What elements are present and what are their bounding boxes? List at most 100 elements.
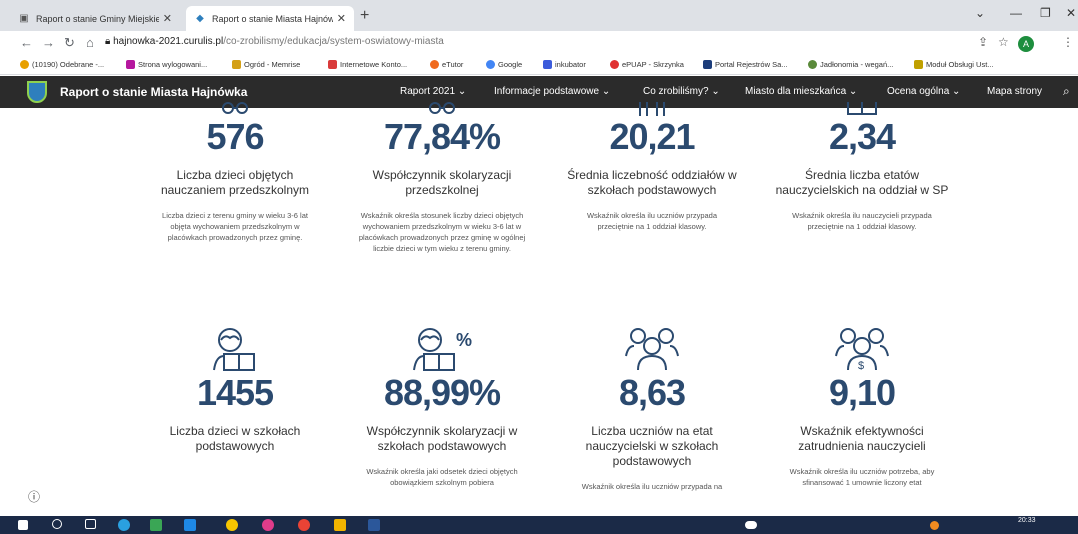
share-icon[interactable]: ⇪ <box>978 35 988 49</box>
bookmark-item[interactable]: inkubator <box>543 60 586 69</box>
stat-card: 1455 Liczba dzieci w szkołach podstawowy… <box>145 324 325 466</box>
minimize-button[interactable]: — <box>1010 6 1022 20</box>
city-crest-icon[interactable] <box>27 81 47 103</box>
stat-card: 2,34 Średnia liczba etatów nauczycielski… <box>772 92 952 232</box>
stat-card: 576 Liczba dzieci objętych nauczaniem pr… <box>145 92 325 243</box>
bookmark-icon <box>610 60 619 69</box>
task-view-icon[interactable] <box>85 519 96 529</box>
menu-icon[interactable]: ⋮ <box>1062 35 1074 49</box>
browser-tab[interactable]: ▣ Raport o stanie Gminy Miejskiej ✕ <box>10 6 180 31</box>
bookmark-icon <box>543 60 552 69</box>
stat-value: 2,34 <box>828 116 896 157</box>
stat-description: Wskaźnik określa ilu nauczycieli przypad… <box>792 211 932 231</box>
bookmark-item[interactable]: Ogród - Memrise <box>232 60 300 69</box>
reader-percent-icon: % <box>352 324 532 372</box>
address-bar: ← → ↻ ⌂ 🔒︎ hajnowka-2021.curulis.pl/co-z… <box>0 31 1078 55</box>
cloud-icon[interactable] <box>745 521 757 529</box>
stat-card: 77,84% Współczynnik skolaryzacji przedsz… <box>352 92 532 254</box>
stat-label: Liczba dzieci objętych nauczaniem przeds… <box>160 168 310 197</box>
bookmarks-bar: (10190) Odebrane -... Strona wylogowani.… <box>0 55 1078 75</box>
bookmark-item[interactable]: Jadłonomia - wegań... <box>808 60 893 69</box>
search-icon[interactable] <box>52 519 62 529</box>
tray-icon[interactable] <box>930 521 939 530</box>
stat-description: Liczba dzieci z terenu gminy w wieku 3-6… <box>162 211 308 242</box>
forward-icon[interactable]: → <box>42 35 55 50</box>
app-icon[interactable] <box>150 519 162 531</box>
bookmark-icon <box>126 60 135 69</box>
app-icon[interactable] <box>262 519 274 531</box>
bookmark-icon <box>328 60 337 69</box>
edge-icon[interactable] <box>118 519 130 531</box>
windows-start-icon[interactable] <box>18 520 28 530</box>
chevron-down-icon[interactable]: ⌄ <box>975 6 985 20</box>
bookmark-item[interactable]: Strona wylogowani... <box>126 60 207 69</box>
stat-value: 576 <box>206 116 264 157</box>
chrome-icon[interactable] <box>298 519 310 531</box>
home-icon[interactable]: ⌂ <box>86 35 94 50</box>
maximize-button[interactable]: ❐ <box>1040 6 1051 20</box>
lock-icon: 🔒︎ <box>105 36 114 47</box>
stat-card: 8,63 Liczba uczniów na etat nauczycielsk… <box>562 324 742 492</box>
stat-label: Współczynnik skolaryzacji w szkołach pod… <box>366 424 518 453</box>
bookmark-item[interactable]: Internetowe Konto... <box>328 60 407 69</box>
tab-title: Raport o stanie Miasta Hajnówka <box>212 13 333 24</box>
search-icon[interactable]: ⌕ <box>1063 84 1070 99</box>
back-icon[interactable]: ← <box>20 35 33 50</box>
stat-value: 77,84% <box>383 116 501 157</box>
stat-card: $ 9,10 Wskaźnik efektywności zatrudnieni… <box>772 324 952 488</box>
stats-section: 576 Liczba dzieci objętych nauczaniem pr… <box>0 102 1078 516</box>
star-icon[interactable]: ☆ <box>998 35 1009 49</box>
bookmark-icon <box>703 60 712 69</box>
stat-description: Wskaźnik określa jaki odsetek dzieci obj… <box>366 467 518 487</box>
clock[interactable]: 20:33 <box>1018 517 1036 525</box>
folder-icon[interactable] <box>334 519 346 531</box>
book-icon <box>772 92 952 116</box>
stat-value: 1455 <box>196 372 274 413</box>
new-tab-button[interactable]: + <box>360 7 369 25</box>
url-path: /co-zrobilismy/edukacja/system-oswiatowy… <box>223 36 444 47</box>
word-icon[interactable] <box>368 519 380 531</box>
app-icon[interactable] <box>226 519 238 531</box>
stat-label: Wskaźnik efektywności zatrudnienia naucz… <box>798 424 926 453</box>
reader-icon <box>145 324 325 372</box>
mail-icon[interactable] <box>184 519 196 531</box>
tab-title: Raport o stanie Gminy Miejskiej <box>36 13 159 24</box>
bookmark-icon <box>232 60 241 69</box>
avatar[interactable]: A <box>1018 36 1034 52</box>
stat-description: Wskaźnik określa ilu uczniów przypada pr… <box>586 211 718 231</box>
stat-label: Średnia liczebność oddziałów w szkołach … <box>567 168 737 197</box>
stat-label: Liczba dzieci w szkołach podstawowych <box>169 424 301 453</box>
glasses-icon <box>352 92 532 116</box>
glasses-icon <box>145 92 325 116</box>
svg-text:$: $ <box>858 360 864 372</box>
bookmark-item[interactable]: eTutor <box>430 60 463 69</box>
stat-description: Wskaźnik określa stosunek liczby dzieci … <box>358 211 526 253</box>
os-taskbar: 20:33 <box>0 516 1078 534</box>
bookmark-item[interactable]: Moduł Obsługi Ust... <box>914 60 994 69</box>
url-host: hajnowka-2021.curulis.pl <box>113 36 224 47</box>
page-icon: ▣ <box>19 13 29 24</box>
stat-value: 20,21 <box>609 116 695 157</box>
bookmark-item[interactable]: ePUAP - Skrzynka <box>610 60 684 69</box>
bookmark-item[interactable]: (10190) Odebrane -... <box>20 60 104 69</box>
close-icon[interactable]: ✕ <box>337 12 346 25</box>
close-window-button[interactable]: ✕ <box>1066 6 1076 20</box>
reload-icon[interactable]: ↻ <box>64 35 75 51</box>
bookmark-icon <box>430 60 439 69</box>
bookmark-icon <box>914 60 923 69</box>
bookmark-item[interactable]: Google <box>486 60 522 69</box>
group-icon <box>562 324 742 372</box>
close-icon[interactable]: ✕ <box>163 12 172 25</box>
shield-icon: ◆ <box>196 13 204 24</box>
group-money-icon: $ <box>772 324 952 372</box>
svg-text:%: % <box>456 330 472 350</box>
stat-card: 20,21 Średnia liczebność oddziałów w szk… <box>562 92 742 232</box>
menu-item-mapa[interactable]: Mapa strony <box>987 86 1042 97</box>
bookmark-item[interactable]: Portal Rejestrów Sa... <box>703 60 788 69</box>
browser-tab-active[interactable]: ◆ Raport o stanie Miasta Hajnówka ✕ <box>186 6 354 31</box>
info-icon[interactable]: ⓘ <box>28 488 40 505</box>
desk-icon <box>562 92 742 116</box>
stat-label: Średnia liczba etatów nauczycielskich na… <box>775 168 949 197</box>
url-field[interactable]: 🔒︎ hajnowka-2021.curulis.pl/co-zrobilism… <box>105 36 444 47</box>
stat-label: Liczba uczniów na etat nauczycielski w s… <box>585 424 719 468</box>
